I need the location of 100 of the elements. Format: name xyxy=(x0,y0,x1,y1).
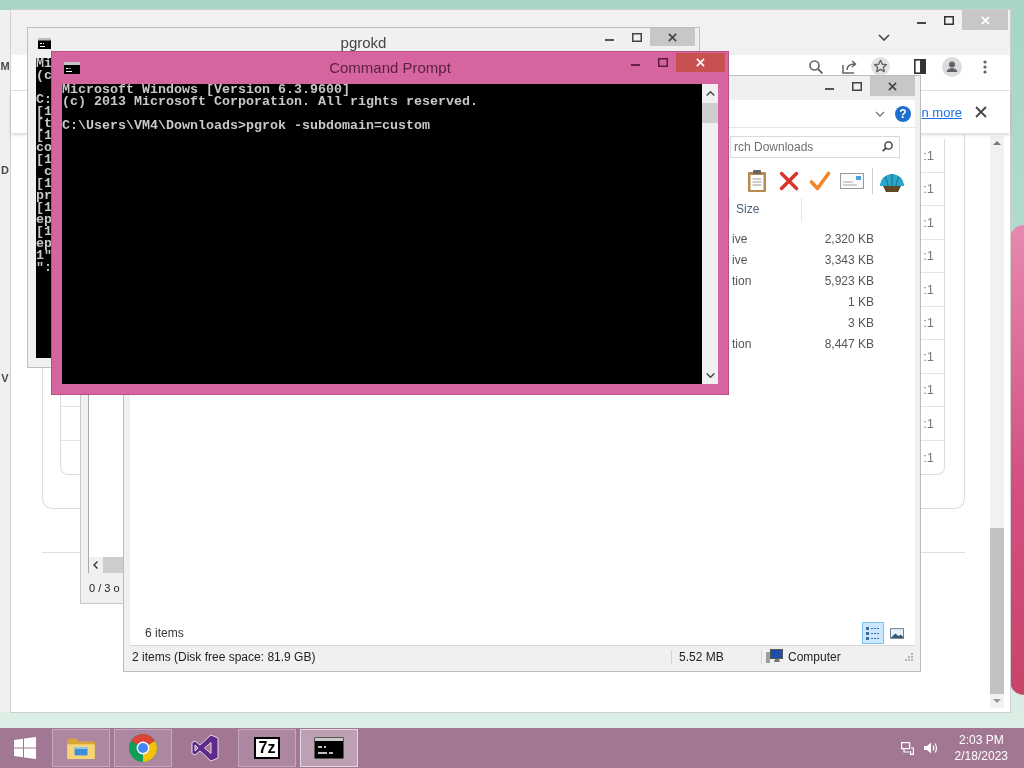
cross-icon[interactable] xyxy=(779,171,799,191)
status-text: 2 items (Disk free space: 81.9 GB) xyxy=(130,649,672,664)
file-size-cell: 2,320 KB xyxy=(824,231,874,246)
console-line: (c) 2013 Microsoft Corporation. All rights reserved. xyxy=(62,96,479,108)
console-line: [1 xyxy=(36,226,52,238)
console-line: Microsoft Windows [Version 6.3.9600] xyxy=(62,84,351,96)
status-text: Computer xyxy=(788,649,841,664)
status-text: 5.52 MB xyxy=(672,649,762,664)
details-view-button[interactable] xyxy=(862,622,884,644)
console-line: [1 xyxy=(36,202,52,214)
close-icon xyxy=(980,15,990,25)
file-size-cell: 5,923 KB xyxy=(824,273,874,288)
app-logo: 7z xyxy=(253,737,281,759)
chevron-down-icon[interactable] xyxy=(705,373,715,378)
console-line: c xyxy=(44,166,52,178)
console-line: [1 xyxy=(36,130,52,142)
computer-icon xyxy=(766,649,783,664)
taskbar-button[interactable]: 7z xyxy=(238,729,296,767)
picture-icon xyxy=(890,626,904,640)
avatar-icon[interactable] xyxy=(942,56,962,77)
search-icon[interactable] xyxy=(809,59,823,74)
scrollbar-thumb[interactable] xyxy=(990,528,1004,694)
window-title: pgrokd xyxy=(340,33,387,53)
console-line: C:\Users\VM4\Downloads>pgrok -subdomain=custom xyxy=(62,120,431,132)
console-line: 1" xyxy=(36,250,52,262)
taskbar-button[interactable] xyxy=(300,729,358,767)
chevron-up-icon[interactable] xyxy=(705,91,715,96)
arrow-up-icon[interactable] xyxy=(993,141,1001,145)
status-text: 0 / 3 o xyxy=(88,582,120,594)
cut-off-letter: D xyxy=(1,163,9,177)
console-line: C: xyxy=(36,94,52,106)
maximize-icon xyxy=(631,32,642,42)
console-line: [1 xyxy=(36,178,52,190)
maximize-icon xyxy=(657,58,668,67)
close-icon xyxy=(668,32,677,42)
resize-grip-icon[interactable] xyxy=(905,652,913,661)
item-count: 6 items xyxy=(145,626,184,640)
scrollbar[interactable] xyxy=(702,84,718,384)
minimize-icon xyxy=(631,64,640,66)
scrollbar-thumb[interactable] xyxy=(103,557,123,573)
table-cell: :1 xyxy=(923,449,934,465)
more-link[interactable]: n more xyxy=(921,104,962,120)
table-cell: :1 xyxy=(923,147,934,163)
cut-off-letter: V xyxy=(1,371,9,385)
close-icon[interactable] xyxy=(975,106,987,118)
cut-off-letter: M xyxy=(0,59,10,73)
check-icon[interactable] xyxy=(809,171,831,191)
scroll-left-icon[interactable] xyxy=(93,561,98,569)
column-header[interactable]: Size xyxy=(730,198,802,221)
star-icon[interactable] xyxy=(871,57,890,76)
search-icon[interactable] xyxy=(882,141,893,152)
browser-icon xyxy=(129,734,157,762)
help-button[interactable]: ? xyxy=(895,105,911,122)
folder-icon xyxy=(66,736,96,760)
card-icon[interactable] xyxy=(840,173,864,189)
file-size-cell: 3,343 KB xyxy=(824,252,874,267)
arrow-down-icon[interactable] xyxy=(993,699,1001,703)
clock-time: 2:03 PM xyxy=(958,732,1004,748)
file-size-cell: 3 KB xyxy=(848,315,874,330)
table-cell: :1 xyxy=(923,382,934,398)
console-line: ": xyxy=(36,262,52,274)
start-icon xyxy=(14,737,36,759)
scrollbar-thumb[interactable] xyxy=(702,103,718,123)
file-type-cell-text: ive xyxy=(731,231,748,246)
table-cell: :1 xyxy=(923,281,934,297)
minimize-icon xyxy=(917,21,926,24)
menu-icon[interactable] xyxy=(983,59,987,74)
table-cell: :1 xyxy=(923,214,934,230)
clipboard-icon[interactable] xyxy=(747,169,767,193)
scrollbar[interactable] xyxy=(990,136,1004,708)
share-icon[interactable] xyxy=(842,59,858,74)
console-icon xyxy=(314,737,344,759)
table-cell: :1 xyxy=(923,415,934,431)
window-title: Command Prompt xyxy=(329,58,451,78)
sidebar-icon[interactable] xyxy=(914,59,926,74)
console-line: [t xyxy=(36,118,52,130)
console-line: co xyxy=(36,142,52,154)
network-icon[interactable] xyxy=(900,741,914,755)
minimize-icon xyxy=(605,38,614,41)
maximize-icon xyxy=(851,81,862,91)
table-cell: :1 xyxy=(923,248,934,264)
chevron-down-icon[interactable] xyxy=(875,110,885,117)
loop-logo-icon xyxy=(191,734,219,762)
file-size-cell: 8,447 KB xyxy=(824,336,874,351)
close-button[interactable] xyxy=(650,28,695,46)
table-cell: :1 xyxy=(923,181,934,197)
file-type-cell-text: ive xyxy=(731,252,748,267)
maximize-icon xyxy=(943,15,954,25)
table-cell: :1 xyxy=(923,315,934,331)
close-icon xyxy=(888,81,897,91)
volume-icon[interactable] xyxy=(923,742,938,754)
horizontal-scrollbar[interactable] xyxy=(88,557,123,573)
search-field[interactable]: rch Downloads xyxy=(730,136,900,158)
close-icon xyxy=(696,58,705,67)
file-size-cell: 1 KB xyxy=(848,294,874,309)
file-type-cell-text: tion xyxy=(731,336,752,351)
close-button[interactable] xyxy=(676,53,725,72)
console-icon xyxy=(38,38,51,49)
chevron-down-icon[interactable] xyxy=(878,34,890,41)
file-type-cell-text: tion xyxy=(731,273,752,288)
